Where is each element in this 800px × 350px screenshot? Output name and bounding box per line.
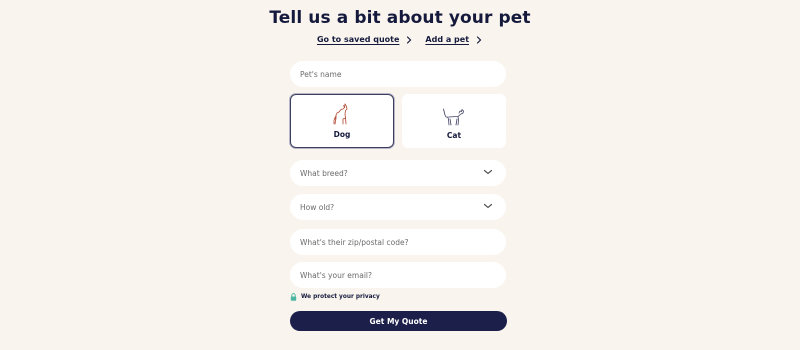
dog-label: Dog bbox=[333, 130, 351, 139]
add-a-pet-link[interactable]: Add a pet bbox=[425, 35, 483, 44]
chevron-down-icon bbox=[483, 169, 493, 175]
dog-icon bbox=[333, 103, 348, 125]
breed-select[interactable]: What breed? bbox=[290, 160, 506, 186]
add-a-pet-label: Add a pet bbox=[425, 35, 470, 44]
email-placeholder: What's your email? bbox=[300, 270, 372, 280]
lock-icon bbox=[290, 293, 297, 301]
age-placeholder: How old? bbox=[300, 202, 335, 212]
page-title: Tell us a bit about your pet bbox=[269, 8, 531, 28]
go-to-saved-quote-label: Go to saved quote bbox=[316, 35, 400, 44]
chevron-right-icon bbox=[407, 35, 412, 44]
breed-placeholder: What breed? bbox=[300, 168, 348, 178]
go-to-saved-quote-link[interactable]: Go to saved quote bbox=[317, 35, 413, 44]
privacy-text: We protect your privacy bbox=[301, 294, 380, 300]
header-links: Go to saved quote Add a pet bbox=[0, 35, 800, 44]
chevron-right-icon bbox=[476, 35, 482, 44]
zip-code-input[interactable]: What's their zip/postal code? bbox=[290, 229, 506, 255]
cat-icon bbox=[443, 108, 464, 126]
get-my-quote-button[interactable]: Get My Quote bbox=[290, 311, 507, 331]
get-my-quote-label: Get My Quote bbox=[369, 316, 428, 326]
zip-code-placeholder: What's their zip/postal code? bbox=[300, 237, 409, 247]
pet-type-cat-option[interactable]: Cat bbox=[402, 94, 506, 148]
cat-label: Cat bbox=[446, 131, 462, 140]
pet-name-placeholder: Pet's name bbox=[300, 69, 342, 79]
chevron-down-icon bbox=[483, 203, 493, 209]
pet-type-dog-option[interactable]: Dog bbox=[290, 94, 394, 148]
age-select[interactable]: How old? bbox=[290, 194, 506, 220]
email-input[interactable]: What's your email? bbox=[290, 262, 506, 288]
pet-name-input[interactable]: Pet's name bbox=[290, 61, 506, 87]
privacy-notice: We protect your privacy bbox=[290, 293, 380, 301]
